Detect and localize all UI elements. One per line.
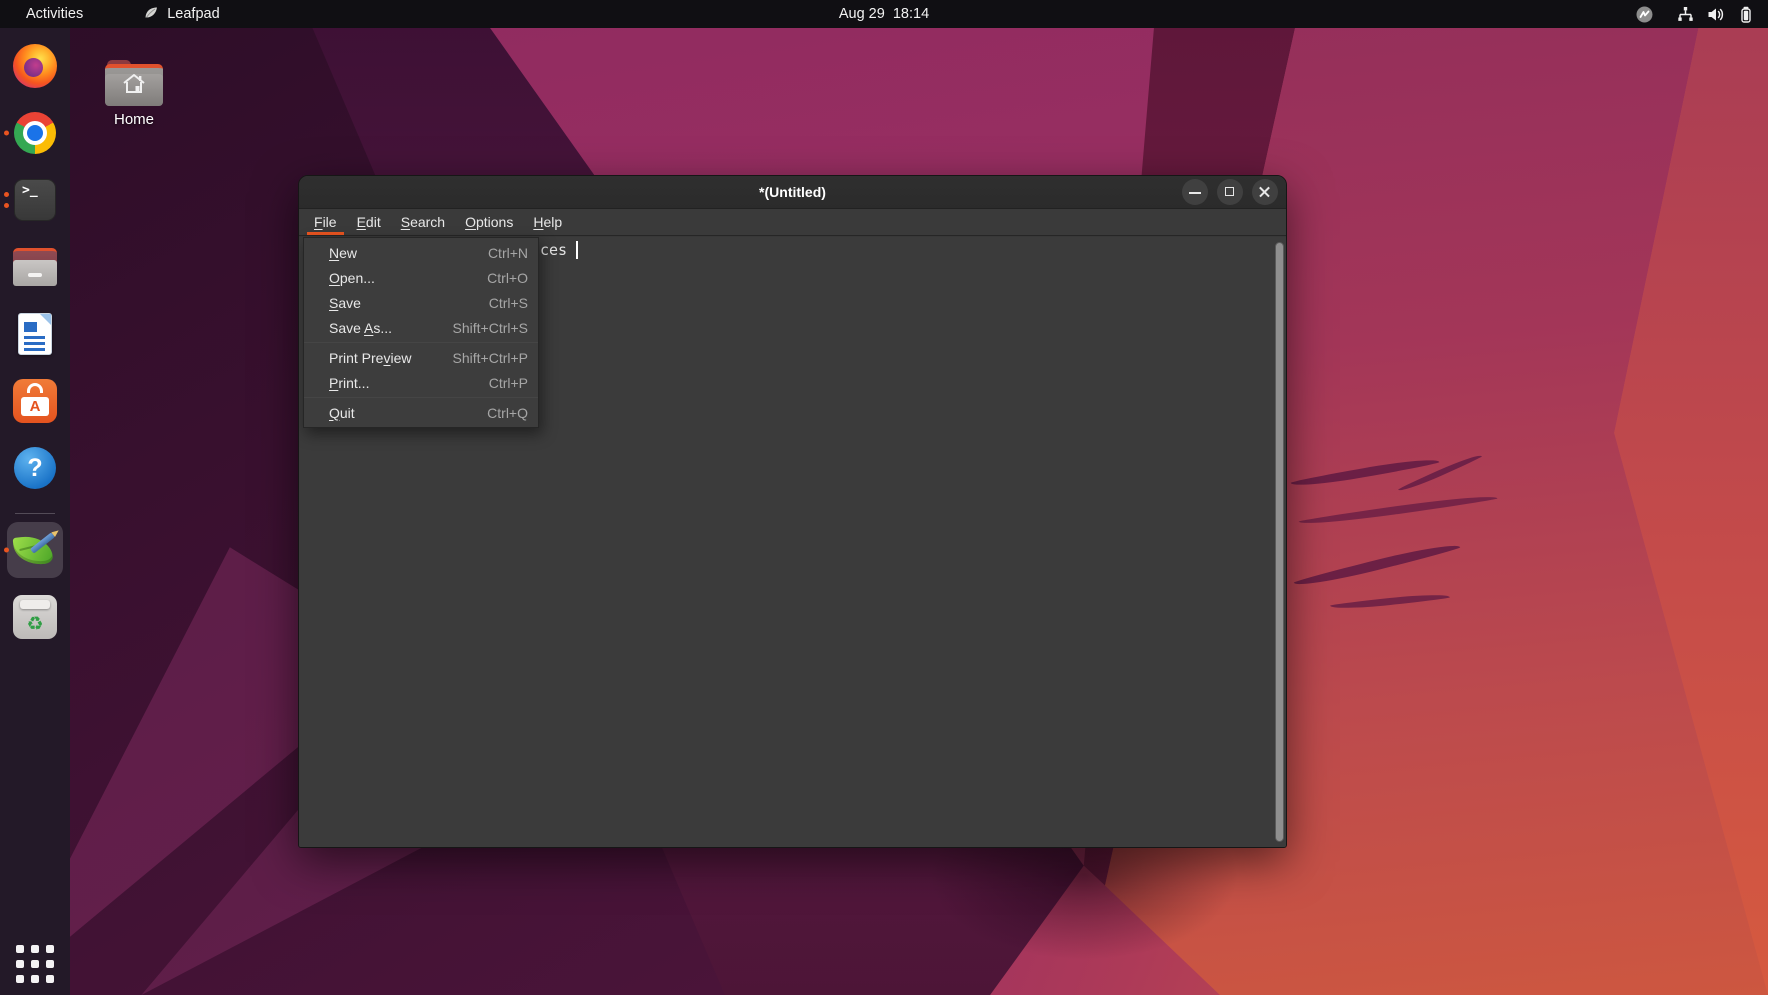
dock-item-chrome[interactable] bbox=[0, 109, 70, 157]
screen: Activities Leafpad Aug 29 18:14 bbox=[0, 0, 1768, 995]
dock-separator bbox=[15, 513, 55, 514]
dock-item-leafpad[interactable] bbox=[0, 526, 70, 574]
home-label: Home bbox=[100, 111, 168, 128]
status-indicator-icon[interactable] bbox=[1635, 5, 1654, 24]
leaf-icon bbox=[143, 5, 159, 24]
leafpad-window: *(Untitled) FileEditSearchOptionsHelp ce… bbox=[298, 175, 1287, 848]
app-menu-label: Leafpad bbox=[167, 6, 219, 22]
software-icon: A bbox=[13, 379, 57, 423]
file-menu-dropdown: New Ctrl+N Open... Ctrl+O Save Ctrl+S Save As.… bbox=[303, 237, 539, 428]
titlebar[interactable]: *(Untitled) bbox=[299, 176, 1286, 209]
menu-file[interactable]: File bbox=[305, 209, 346, 235]
menu-item-shortcut: Ctrl+N bbox=[488, 245, 528, 261]
menu-item-quit[interactable]: Quit Ctrl+Q bbox=[304, 400, 538, 425]
menu-item-save-as[interactable]: Save As... Shift+Ctrl+S bbox=[304, 315, 538, 340]
top-bar: Activities Leafpad Aug 29 18:14 bbox=[0, 0, 1768, 28]
menu-item-label: Save bbox=[329, 295, 361, 311]
menu-item-label: Print... bbox=[329, 375, 369, 391]
clock[interactable]: Aug 29 18:14 bbox=[839, 6, 929, 22]
minimize-button[interactable] bbox=[1182, 179, 1208, 205]
menu-item-print[interactable]: Print... Ctrl+P bbox=[304, 370, 538, 395]
house-icon bbox=[121, 72, 147, 101]
window-title: *(Untitled) bbox=[299, 184, 1286, 200]
network-wired-icon[interactable] bbox=[1677, 6, 1694, 23]
chrome-icon bbox=[14, 112, 56, 154]
text-area[interactable]: ces NewCtrl+NOpen...Ctrl+OSaveCtrl+SSave… bbox=[299, 237, 1286, 847]
menu-item-print-preview[interactable]: Print Preview Shift+Ctrl+P bbox=[304, 345, 538, 370]
battery-icon[interactable] bbox=[1738, 6, 1754, 23]
writer-icon bbox=[18, 313, 52, 355]
dock-item-software[interactable]: A bbox=[0, 377, 70, 425]
dock-item-help[interactable]: ? bbox=[0, 444, 70, 492]
menu-item-shortcut: Ctrl+P bbox=[489, 375, 528, 391]
menu-item-shortcut: Shift+Ctrl+S bbox=[453, 320, 528, 336]
menu-item-label: New bbox=[329, 245, 357, 261]
home-folder-icon bbox=[105, 60, 163, 106]
files-icon bbox=[13, 248, 57, 286]
terminal-icon: >_ bbox=[14, 179, 56, 221]
dock-item-writer[interactable] bbox=[0, 310, 70, 358]
menu-separator bbox=[304, 397, 538, 398]
menu-item-shortcut: Ctrl+O bbox=[487, 270, 528, 286]
maximize-button[interactable] bbox=[1217, 179, 1243, 205]
editor-visible-text: ces bbox=[540, 241, 578, 259]
text-cursor bbox=[576, 241, 578, 259]
menu-help[interactable]: Help bbox=[524, 209, 571, 235]
activities-button[interactable]: Activities bbox=[20, 6, 89, 22]
minimize-icon bbox=[1189, 192, 1201, 194]
menu-options[interactable]: Options bbox=[456, 209, 522, 235]
menubar: FileEditSearchOptionsHelp bbox=[299, 209, 1286, 236]
menu-item-shortcut: Ctrl+Q bbox=[487, 405, 528, 421]
menu-item-label: Quit bbox=[329, 405, 355, 421]
vertical-scrollbar[interactable] bbox=[1275, 242, 1284, 842]
menu-item-label: Print Preview bbox=[329, 350, 411, 366]
dock-item-trash[interactable]: ♻ bbox=[0, 593, 70, 641]
menu-item-new[interactable]: New Ctrl+N bbox=[304, 240, 538, 265]
menu-search[interactable]: Search bbox=[392, 209, 454, 235]
menu-edit[interactable]: Edit bbox=[348, 209, 390, 235]
leafpad-icon bbox=[11, 526, 59, 574]
dock-item-terminal[interactable]: >_ bbox=[0, 176, 70, 224]
menu-item-label: Save As... bbox=[329, 320, 392, 336]
dock-item-files[interactable] bbox=[0, 243, 70, 291]
menu-item-save[interactable]: Save Ctrl+S bbox=[304, 290, 538, 315]
menu-item-open[interactable]: Open... Ctrl+O bbox=[304, 265, 538, 290]
dock-item-firefox[interactable] bbox=[0, 42, 70, 90]
close-button[interactable] bbox=[1252, 179, 1278, 205]
trash-icon: ♻ bbox=[13, 595, 57, 639]
menu-item-shortcut: Shift+Ctrl+P bbox=[453, 350, 528, 366]
system-indicators bbox=[1635, 0, 1768, 28]
menu-separator bbox=[304, 342, 538, 343]
help-icon: ? bbox=[14, 447, 56, 489]
app-menu[interactable]: Leafpad bbox=[143, 5, 219, 24]
show-apps-grid-icon[interactable] bbox=[16, 945, 54, 983]
dock: >_ A? ♻ bbox=[0, 28, 70, 995]
maximize-icon bbox=[1225, 187, 1234, 196]
volume-icon[interactable] bbox=[1707, 6, 1725, 23]
desktop-home-shortcut[interactable]: Home bbox=[100, 60, 168, 128]
menu-item-label: Open... bbox=[329, 270, 375, 286]
firefox-icon bbox=[13, 44, 57, 88]
menu-item-shortcut: Ctrl+S bbox=[489, 295, 528, 311]
